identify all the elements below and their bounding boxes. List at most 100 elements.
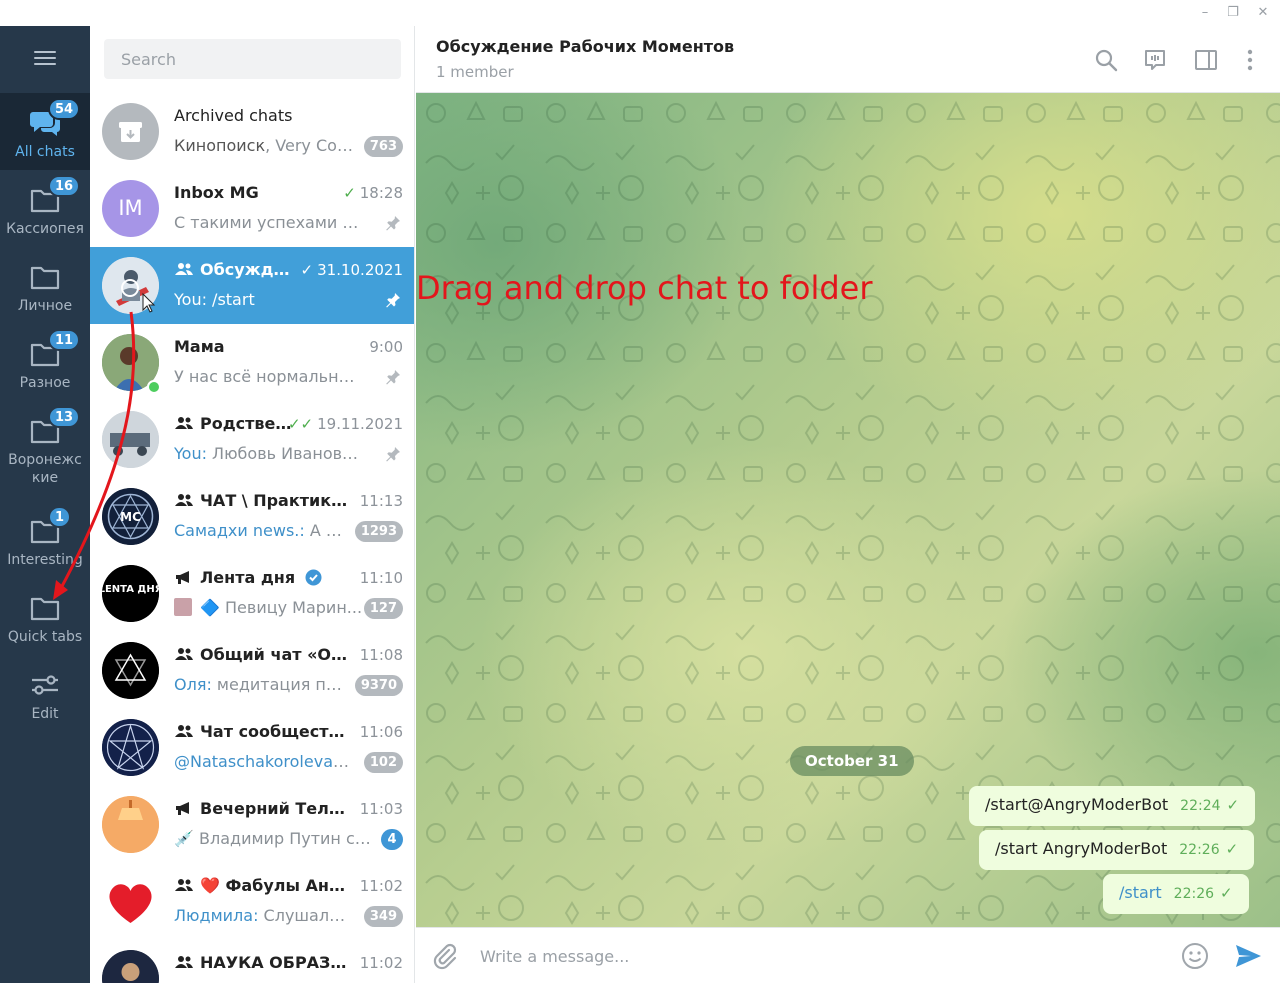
- message-text: /start AngryModerBot: [995, 839, 1168, 858]
- chat-name: Обсужде...: [174, 259, 299, 281]
- chat-time: ✓ 18:28: [343, 184, 403, 202]
- avatar: IM: [102, 180, 159, 237]
- chat-preview: 💉 Владимир Путин соо...: [174, 829, 374, 848]
- chat-name: Мама: [174, 337, 225, 356]
- attach-icon[interactable]: [430, 942, 458, 970]
- search-input[interactable]: [104, 39, 401, 79]
- svg-text:LENTA ДНЯ: LENTA ДНЯ: [102, 584, 159, 595]
- conversation-pane: Обсуждение Рабочих Моментов 1 member Oct…: [416, 26, 1280, 983]
- unread-badge: 763: [363, 136, 403, 157]
- chat-preview: Кинопоиск, Very Cool...: [174, 136, 359, 155]
- chat-name: ЧАТ \ Практики МС: [174, 490, 354, 512]
- message-input[interactable]: [480, 938, 1160, 974]
- pin-icon: [386, 447, 400, 462]
- folder-label: All chats: [15, 144, 75, 160]
- unread-badge: 102: [363, 752, 403, 773]
- chat-time: 11:02: [359, 877, 403, 895]
- folder-lichnoe[interactable]: Личное: [0, 247, 90, 324]
- folder-label: Личное: [17, 298, 73, 314]
- chat-item-nauka[interactable]: НАУКА ОБРАЗНО... 11:02: [90, 940, 414, 983]
- chat-item-fabuly[interactable]: ❤️ Фабулы Анто... 11:02 Людмила: Слушала…: [90, 863, 414, 940]
- video-chat-icon[interactable]: [1143, 48, 1167, 72]
- group-icon: [175, 417, 193, 429]
- folder-voronezhskie[interactable]: 13 Воронежс кие: [0, 401, 90, 493]
- menu-button[interactable]: [0, 26, 90, 92]
- close-button[interactable]: ✕: [1252, 3, 1274, 23]
- minimize-button[interactable]: –: [1194, 3, 1216, 23]
- chat-name: Inbox MG: [174, 183, 259, 202]
- hamburger-icon: [34, 51, 56, 53]
- chat-item-rodstvenniki[interactable]: Родствен... ✓✓ 19.11.2021 You: Любовь Ива…: [90, 401, 414, 478]
- chat-preview: С такими успехами наш...: [174, 213, 364, 232]
- chat-preview: У нас всё нормально. Г...: [174, 367, 364, 386]
- restore-button[interactable]: ❐: [1222, 3, 1244, 23]
- folder-edit[interactable]: Edit: [0, 655, 90, 732]
- chat-preview: You: /start: [174, 290, 255, 309]
- online-indicator: [147, 380, 161, 394]
- emoji-icon[interactable]: [1181, 942, 1209, 970]
- message-bubble[interactable]: /start AngryModerBot 22:26 ✓: [979, 830, 1255, 870]
- svg-text:MC: MC: [120, 510, 141, 524]
- chat-preview: 🔷 Певицу Марин...: [174, 597, 364, 619]
- send-icon[interactable]: [1234, 942, 1262, 970]
- unread-badge: 1: [48, 506, 72, 528]
- avatar: [102, 873, 159, 930]
- folder-all-chats[interactable]: 54 All chats: [0, 93, 90, 170]
- chat-item-praktiki-mc[interactable]: MC ЧАТ \ Практики МС 11:13 Самадхи news.…: [90, 478, 414, 555]
- archive-icon: [119, 122, 142, 142]
- chat-item-chat-soobshchestva[interactable]: Чат сообщества К... 11:06 @Nataschakorol…: [90, 709, 414, 786]
- folder-kassiopeya[interactable]: 16 Кассиопея: [0, 170, 90, 247]
- chat-time: ✓✓ 19.11.2021: [287, 415, 403, 433]
- folder-interesting[interactable]: 1 Interesting: [0, 501, 90, 578]
- folder-quick-tabs[interactable]: Quick tabs: [0, 578, 90, 655]
- folder-label: Edit: [31, 706, 59, 722]
- double-check-icon: ✓✓: [287, 415, 314, 433]
- command-link[interactable]: /start: [1119, 883, 1162, 902]
- sidebar-toggle-icon[interactable]: [1194, 48, 1218, 72]
- chat-time: 11:13: [359, 492, 403, 510]
- chat-item-archived[interactable]: Archived chats Кинопоиск, Very Cool... 7…: [90, 93, 414, 170]
- chat-preview: Оля: медитация пер...: [174, 675, 349, 694]
- search-icon[interactable]: [1094, 48, 1118, 72]
- unread-badge: 54: [48, 98, 81, 120]
- chat-item-obshchiy-chat[interactable]: Общий чат «Осоз... 11:08 Оля: медитация …: [90, 632, 414, 709]
- folder-icon: [30, 597, 60, 621]
- verified-icon: [305, 569, 322, 586]
- pin-icon: [386, 216, 400, 231]
- message-bubble[interactable]: /start@AngryModerBot 22:24 ✓: [969, 786, 1256, 826]
- avatar: LENTA ДНЯ: [102, 565, 159, 622]
- message-bubble[interactable]: /start 22:26 ✓: [1103, 874, 1249, 914]
- chat-item-lenta-dnya[interactable]: LENTA ДНЯ Лента дня 11:10 🔷 Певицу Марин…: [90, 555, 414, 632]
- chat-item-vecherniy-telegraf[interactable]: Вечерний Телегр... 11:03 💉 Владимир Пути…: [90, 786, 414, 863]
- conversation-header[interactable]: Обсуждение Рабочих Моментов 1 member: [416, 26, 1280, 93]
- sliders-icon: [32, 675, 58, 695]
- chat-list: Archived chats Кинопоиск, Very Cool... 7…: [90, 26, 415, 983]
- unread-badge: 11: [48, 329, 81, 351]
- unread-badge: 349: [363, 906, 403, 927]
- group-icon: [175, 494, 193, 506]
- chat-preview: @Nataschakoroleva: Б...: [174, 752, 354, 771]
- folder-label: Кассиопея: [6, 221, 84, 237]
- avatar: [102, 411, 159, 468]
- folder-raznoe[interactable]: 11 Разное: [0, 324, 90, 401]
- read-check-icon: ✓: [300, 261, 314, 279]
- chat-time: 11:08: [359, 646, 403, 664]
- megaphone-icon: [176, 571, 189, 584]
- chat-name: Archived chats: [174, 106, 293, 125]
- chat-item-obsuzhdenie[interactable]: Обсужде... ✓ 31.10.2021 You: /start: [90, 247, 414, 324]
- read-check-icon: ✓: [1220, 884, 1233, 902]
- avatar: MC: [102, 488, 159, 545]
- read-check-icon: ✓: [343, 184, 356, 202]
- folder-label: Quick tabs: [7, 629, 83, 645]
- chat-preview: Самадхи news.: А что...: [174, 521, 349, 540]
- chat-time: 11:06: [359, 723, 403, 741]
- unread-badge: 13: [48, 406, 81, 428]
- chat-item-inbox-mg[interactable]: IM Inbox MG ✓18:28 С такими успехами наш…: [90, 170, 414, 247]
- message-time: 22:24: [1180, 798, 1221, 814]
- group-icon: [175, 879, 193, 891]
- folder-label: Воронежс кие: [8, 452, 82, 486]
- archive-avatar: [102, 103, 159, 160]
- more-options-icon[interactable]: [1238, 48, 1262, 72]
- chat-item-mama[interactable]: Мама 9:00 У нас всё нормально. Г...: [90, 324, 414, 401]
- group-icon: [175, 263, 193, 275]
